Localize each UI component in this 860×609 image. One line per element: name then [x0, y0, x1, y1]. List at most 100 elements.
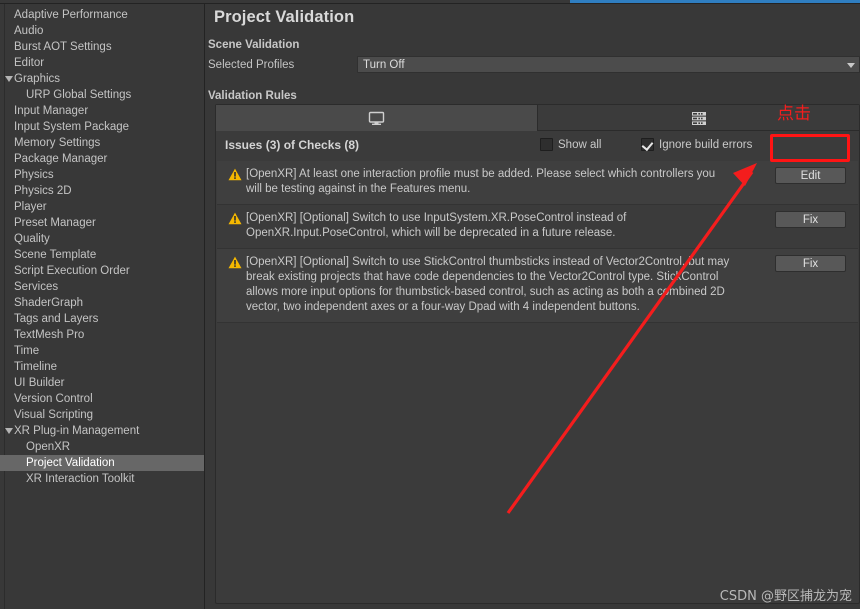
sidebar-item-label: Quality [14, 233, 50, 245]
sidebar-item-label: Tags and Layers [14, 313, 99, 325]
validation-rules-box: Issues (3) of Checks (8) Show all Ignore… [215, 104, 860, 604]
sidebar-item-label: Adaptive Performance [14, 9, 128, 21]
sidebar-item-label: Timeline [14, 361, 58, 373]
scene-validation-heading: Scene Validation [208, 39, 300, 51]
sidebar-item-label: Physics 2D [14, 185, 72, 197]
sidebar-item-label: ShaderGraph [14, 297, 84, 309]
page-title: Project Validation [214, 8, 355, 26]
issues-list: [OpenXR] At least one interaction profil… [217, 161, 858, 323]
sidebar-item-package-manager[interactable]: Package Manager [0, 151, 204, 167]
sidebar-item-preset-manager[interactable]: Preset Manager [0, 215, 204, 231]
warning-icon [228, 168, 242, 181]
sidebar-item-list: Adaptive Performance Audio Burst AOT Setti… [0, 7, 204, 487]
sidebar-item-graphics[interactable]: Graphics [0, 71, 204, 87]
issues-count-label: Issues (3) of Checks (8) [225, 138, 360, 152]
sidebar-item-project-validation[interactable]: Project Validation [0, 455, 204, 471]
sidebar-item-label: Graphics [14, 73, 61, 85]
selected-profiles-label: Selected Profiles [208, 59, 295, 71]
sidebar-item-label: Editor [14, 57, 45, 69]
sidebar-item-label: Input System Package [14, 121, 130, 133]
sidebar-item-visual-scripting[interactable]: Visual Scripting [0, 407, 204, 423]
issue-row[interactable]: [OpenXR] [Optional] Switch to use StickC… [217, 249, 858, 323]
issue-action-button[interactable]: Fix [775, 211, 846, 228]
sidebar-item-label: XR Interaction Toolkit [26, 473, 135, 485]
sidebar-item-adaptive-performance[interactable]: Adaptive Performance [0, 7, 204, 23]
sidebar-item-input-system-package[interactable]: Input System Package [0, 119, 204, 135]
settings-category-sidebar[interactable]: Adaptive Performance Audio Burst AOT Setti… [0, 4, 205, 609]
sidebar-item-script-execution-order[interactable]: Script Execution Order [0, 263, 204, 279]
sidebar-item-shadergraph[interactable]: ShaderGraph [0, 295, 204, 311]
sidebar-item-label: UI Builder [14, 377, 65, 389]
sidebar-item-label: Project Validation [26, 457, 115, 469]
sidebar-item-time[interactable]: Time [0, 343, 204, 359]
issue-row[interactable]: [OpenXR] At least one interaction profil… [217, 161, 858, 205]
issue-message: [OpenXR] [Optional] Switch to use InputS… [246, 212, 627, 239]
checkbox-box [641, 138, 654, 151]
sidebar-item-label: Script Execution Order [14, 265, 130, 277]
project-validation-panel: Project Validation Scene Validation Sele… [206, 4, 860, 609]
sidebar-item-urp-global-settings[interactable]: URP Global Settings [0, 87, 204, 103]
watermark: CSDN @野区捕龙为宠 [719, 589, 852, 604]
sidebar-item-xr-plug-in-management[interactable]: XR Plug-in Management [0, 423, 204, 439]
chevron-down-icon[interactable] [4, 71, 14, 87]
issue-row[interactable]: [OpenXR] [Optional] Switch to use InputS… [217, 205, 858, 249]
sidebar-item-textmesh-pro[interactable]: TextMesh Pro [0, 327, 204, 343]
show-all-label: Show all [558, 138, 602, 151]
sidebar-item-label: Scene Template [14, 249, 97, 261]
sidebar-item-label: Burst AOT Settings [14, 41, 112, 53]
sidebar-item-label: Preset Manager [14, 217, 96, 229]
selected-profiles-value: Turn Off [363, 58, 405, 71]
sidebar-item-label: Visual Scripting [14, 409, 94, 421]
sidebar-item-memory-settings[interactable]: Memory Settings [0, 135, 204, 151]
sidebar-item-services[interactable]: Services [0, 279, 204, 295]
sidebar-item-scene-template[interactable]: Scene Template [0, 247, 204, 263]
selected-profiles-dropdown[interactable]: Turn Off [357, 56, 860, 73]
sidebar-item-label: Audio [14, 25, 44, 37]
sidebar-item-audio[interactable]: Audio [0, 23, 204, 39]
sidebar-item-xr-interaction-toolkit[interactable]: XR Interaction Toolkit [0, 471, 204, 487]
sidebar-item-openxr[interactable]: OpenXR [0, 439, 204, 455]
sidebar-item-player[interactable]: Player [0, 199, 204, 215]
sidebar-item-label: Input Manager [14, 105, 89, 117]
sidebar-item-tags-and-layers[interactable]: Tags and Layers [0, 311, 204, 327]
issue-message: [OpenXR] At least one interaction profil… [246, 168, 716, 195]
ignore-build-errors-checkbox[interactable]: Ignore build errors [641, 138, 752, 151]
sidebar-item-physics-2d[interactable]: Physics 2D [0, 183, 204, 199]
sidebar-item-timeline[interactable]: Timeline [0, 359, 204, 375]
sidebar-item-label: Physics [14, 169, 54, 181]
issue-action-button[interactable]: Edit [775, 167, 846, 184]
tab-scene-validation[interactable] [216, 105, 538, 131]
show-all-checkbox[interactable]: Show all [540, 138, 601, 151]
issue-action-button[interactable]: Fix [775, 255, 846, 272]
unity-project-settings-window: Adaptive Performance Audio Burst AOT Setti… [0, 0, 860, 609]
sidebar-item-label: Services [14, 281, 59, 293]
sidebar-item-input-manager[interactable]: Input Manager [0, 103, 204, 119]
sidebar-item-label: TextMesh Pro [14, 329, 85, 341]
sidebar-item-label: Player [14, 201, 47, 213]
sidebar-item-burst-aot-settings[interactable]: Burst AOT Settings [0, 39, 204, 55]
validation-rules-heading: Validation Rules [208, 90, 297, 102]
sidebar-item-label: Time [14, 345, 40, 357]
issues-toolbar: Issues (3) of Checks (8) Show all Ignore… [216, 132, 859, 181]
sidebar-item-quality[interactable]: Quality [0, 231, 204, 247]
sidebar-item-version-control[interactable]: Version Control [0, 391, 204, 407]
sidebar-item-physics[interactable]: Physics [0, 167, 204, 183]
monitor-icon [368, 111, 385, 126]
checkbox-box [540, 138, 553, 151]
validation-tabbar[interactable] [216, 105, 859, 131]
ignore-build-errors-label: Ignore build errors [659, 138, 753, 151]
sidebar-item-label: XR Plug-in Management [14, 425, 140, 437]
sidebar-item-editor[interactable]: Editor [0, 55, 204, 71]
issue-message: [OpenXR] [Optional] Switch to use StickC… [246, 256, 730, 313]
sidebar-item-ui-builder[interactable]: UI Builder [0, 375, 204, 391]
warning-icon [228, 212, 242, 225]
sidebar-item-label: Package Manager [14, 153, 108, 165]
annotation-click-label: 点击 [777, 104, 811, 124]
chevron-down-icon[interactable] [4, 423, 14, 439]
chevron-down-icon [847, 63, 855, 68]
warning-icon [228, 256, 242, 269]
sidebar-item-label: OpenXR [26, 441, 71, 453]
sidebar-item-label: URP Global Settings [26, 89, 132, 101]
sidebar-item-label: Memory Settings [14, 137, 101, 149]
server-stack-icon [690, 111, 708, 126]
